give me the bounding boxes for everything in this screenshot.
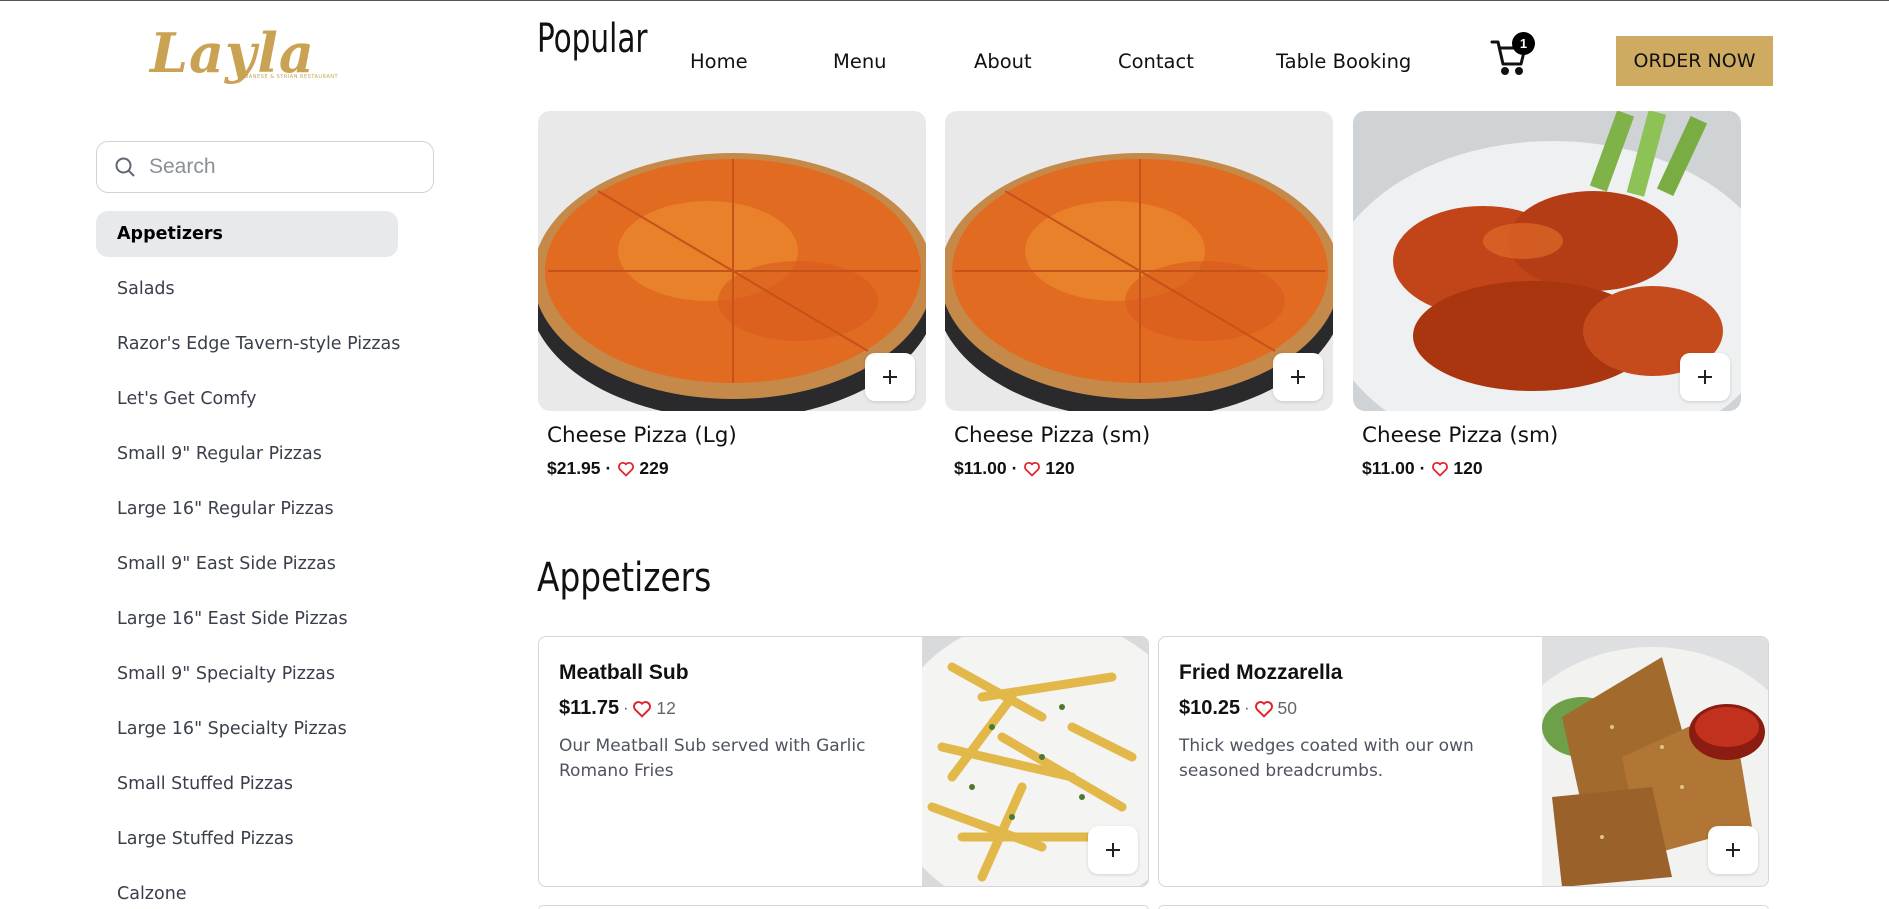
item-meta: $11.75 · 12 — [559, 697, 676, 720]
plus-icon — [883, 370, 897, 384]
menu-item-card-partial — [1158, 905, 1769, 909]
search-box[interactable] — [96, 141, 434, 193]
plus-icon — [1291, 370, 1305, 384]
item-name: Cheese Pizza (sm) — [954, 423, 1151, 448]
heart-icon[interactable] — [1023, 461, 1041, 477]
item-meta: $21.95 · 229 — [547, 458, 669, 479]
item-meta: $11.00 · 120 — [954, 458, 1075, 479]
separator-dot: · — [1419, 458, 1426, 478]
search-icon — [115, 157, 135, 177]
logo-subtext: LEBANESE & SYRIAN RESTAURANT — [238, 74, 339, 80]
item-price: $11.00 — [1362, 458, 1415, 478]
item-price: $10.25 — [1179, 697, 1241, 719]
plus-icon — [1698, 370, 1712, 384]
item-price: $11.75 — [559, 697, 620, 719]
item-likes: 229 — [639, 458, 669, 478]
nav-menu[interactable]: Menu — [833, 50, 887, 73]
category-item-small-stuffed[interactable]: Small Stuffed Pizzas — [96, 761, 398, 807]
pizza-image — [538, 111, 926, 411]
category-item-salads[interactable]: Salads — [96, 266, 398, 312]
category-item-large-specialty[interactable]: Large 16" Specialty Pizzas — [96, 706, 398, 752]
separator-dot: · — [623, 699, 629, 717]
add-to-cart-button[interactable] — [1680, 353, 1730, 401]
heart-icon[interactable] — [632, 700, 652, 718]
nav-table-booking[interactable]: Table Booking — [1276, 50, 1411, 73]
nav-about[interactable]: About — [974, 50, 1032, 73]
popular-card[interactable]: Cheese Pizza (sm) $11.00 · 120 — [1353, 111, 1741, 478]
add-to-cart-button[interactable] — [1088, 826, 1138, 874]
heart-icon[interactable] — [1431, 461, 1449, 477]
item-name: Cheese Pizza (Lg) — [547, 423, 737, 448]
category-item-large-stuffed[interactable]: Large Stuffed Pizzas — [96, 816, 398, 862]
item-meta: $10.25 · 50 — [1179, 697, 1297, 720]
search-input[interactable] — [149, 155, 419, 179]
menu-item-card[interactable]: Fried Mozzarella $10.25 · 50 Thick wedge… — [1158, 636, 1769, 887]
separator-dot: · — [605, 458, 612, 478]
menu-item-card[interactable]: Meatball Sub $11.75 · 12 Our Meatball Su… — [538, 636, 1149, 887]
item-name: Cheese Pizza (sm) — [1362, 423, 1559, 448]
add-to-cart-button[interactable] — [865, 353, 915, 401]
heart-icon[interactable] — [617, 461, 635, 477]
item-price: $11.00 — [954, 458, 1007, 478]
category-item-tavern-pizzas[interactable]: Razor's Edge Tavern-style Pizzas — [96, 321, 400, 367]
popular-section-title: Popular — [537, 16, 648, 62]
category-item-small-east-side[interactable]: Small 9" East Side Pizzas — [96, 541, 398, 587]
wings-image — [1353, 111, 1741, 411]
category-item-small-regular[interactable]: Small 9" Regular Pizzas — [96, 431, 398, 477]
category-item-small-specialty[interactable]: Small 9" Specialty Pizzas — [96, 651, 398, 697]
heart-icon[interactable] — [1254, 700, 1274, 718]
top-border — [0, 0, 1889, 1]
category-item-large-regular[interactable]: Large 16" Regular Pizzas — [96, 486, 398, 532]
item-price: $21.95 — [547, 458, 601, 478]
menu-item-card-partial — [538, 905, 1149, 909]
order-now-button[interactable]: ORDER NOW — [1616, 36, 1773, 86]
item-description: Thick wedges coated with our own seasone… — [1179, 736, 1474, 781]
add-to-cart-button[interactable] — [1708, 826, 1758, 874]
cart-count-badge: 1 — [1512, 32, 1535, 55]
plus-icon — [1726, 843, 1740, 857]
popular-card[interactable]: Cheese Pizza (Lg) $21.95 · 229 — [538, 111, 926, 478]
item-likes: 12 — [656, 698, 676, 718]
item-meta: $11.00 · 120 — [1362, 458, 1483, 479]
category-item-appetizers[interactable]: Appetizers — [96, 211, 398, 257]
cart-button[interactable]: 1 — [1490, 32, 1538, 80]
nav-home[interactable]: Home — [690, 50, 748, 73]
item-name: Meatball Sub — [559, 661, 689, 684]
item-likes: 120 — [1453, 458, 1483, 478]
appetizers-section-title: Appetizers — [537, 555, 712, 601]
plus-icon — [1106, 843, 1120, 857]
category-item-comfy[interactable]: Let's Get Comfy — [96, 376, 398, 422]
item-likes: 50 — [1277, 698, 1297, 718]
nav-contact[interactable]: Contact — [1118, 50, 1194, 73]
separator-dot: · — [1011, 458, 1018, 478]
category-item-large-east-side[interactable]: Large 16" East Side Pizzas — [96, 596, 398, 642]
item-description: Our Meatball Sub served with Garlic Roma… — [559, 736, 866, 781]
pizza-image — [945, 111, 1333, 411]
add-to-cart-button[interactable] — [1273, 353, 1323, 401]
category-item-calzone[interactable]: Calzone — [96, 871, 398, 909]
category-list: Appetizers Salads Razor's Edge Tavern-st… — [96, 211, 400, 909]
popular-card[interactable]: Cheese Pizza (sm) $11.00 · 120 — [945, 111, 1333, 478]
separator-dot: · — [1244, 699, 1250, 717]
item-likes: 120 — [1045, 458, 1075, 478]
brand-logo[interactable]: Layla LEBANESE & SYRIAN RESTAURANT — [150, 22, 338, 88]
item-name: Fried Mozzarella — [1179, 661, 1343, 684]
